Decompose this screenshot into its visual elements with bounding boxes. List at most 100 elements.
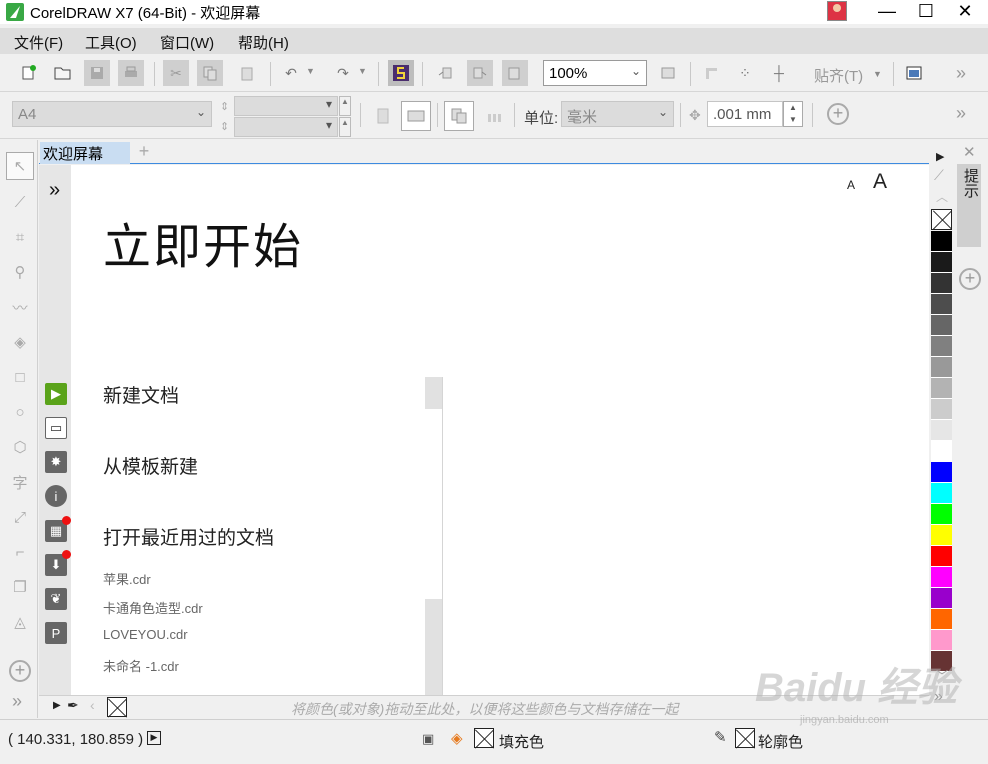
user-avatar[interactable] bbox=[827, 1, 847, 21]
workspace-icon[interactable]: ▭ bbox=[45, 417, 67, 439]
nav-scroll-thumb-lower[interactable] bbox=[425, 599, 442, 695]
fill-tool-icon[interactable]: ◬ bbox=[6, 608, 34, 636]
close-button[interactable]: ✕ bbox=[946, 0, 984, 24]
pick-tool-icon[interactable]: ↖ bbox=[6, 152, 34, 180]
drop-shadow-icon[interactable]: ❐ bbox=[6, 573, 34, 601]
toolbar-overflow-icon[interactable]: » bbox=[956, 63, 966, 84]
export-icon[interactable] bbox=[467, 60, 493, 86]
cut-icon[interactable]: ✂ bbox=[163, 60, 189, 86]
portrait-icon[interactable] bbox=[370, 103, 396, 129]
color-swatch[interactable] bbox=[931, 630, 952, 651]
redo-dropdown-icon[interactable]: ▼ bbox=[358, 66, 367, 76]
all-pages-icon[interactable] bbox=[444, 101, 474, 131]
eyedropper-icon[interactable]: ⟋ bbox=[934, 167, 944, 184]
gallery-icon[interactable]: ❦ bbox=[45, 588, 67, 610]
height-spinner[interactable]: ▲ bbox=[339, 117, 351, 137]
font-larger-button[interactable]: A bbox=[873, 170, 887, 194]
color-swatch[interactable] bbox=[931, 588, 952, 609]
crop-tool-icon[interactable]: ⌗ bbox=[6, 223, 34, 251]
rectangle-tool-icon[interactable]: □ bbox=[6, 363, 34, 391]
corel-connect-icon[interactable] bbox=[388, 60, 414, 86]
undo-dropdown-icon[interactable]: ▼ bbox=[306, 66, 315, 76]
freehand-tool-icon[interactable]: 〰 bbox=[6, 293, 34, 321]
smart-fill-icon[interactable]: ◈ bbox=[6, 328, 34, 356]
connector-tool-icon[interactable]: ⌐ bbox=[6, 538, 34, 566]
full-screen-preview-icon[interactable] bbox=[655, 60, 681, 86]
color-swatch[interactable] bbox=[931, 378, 952, 399]
print-icon[interactable] bbox=[118, 60, 144, 86]
nav-scroll-thumb[interactable] bbox=[425, 377, 442, 409]
tab-welcome-screen[interactable]: 欢迎屏幕 bbox=[40, 142, 130, 164]
add-tool-icon[interactable]: + bbox=[9, 660, 31, 682]
shape-tool-icon[interactable]: ⟋ bbox=[6, 188, 34, 216]
video-icon[interactable]: ▦ bbox=[45, 516, 71, 542]
new-document-link[interactable]: 新建文档 bbox=[103, 381, 179, 408]
recent-file[interactable]: LOVEYOU.cdr bbox=[103, 627, 188, 642]
open-icon[interactable] bbox=[50, 60, 76, 86]
add-docker-icon[interactable]: + bbox=[959, 268, 981, 290]
scroll-up-icon[interactable]: ︿ bbox=[936, 188, 948, 205]
color-swatch[interactable] bbox=[931, 504, 952, 525]
maximize-button[interactable]: ☐ bbox=[907, 0, 945, 24]
import-icon[interactable] bbox=[432, 60, 458, 86]
toolbox-overflow-icon[interactable]: » bbox=[12, 691, 22, 712]
expand-sidebar-icon[interactable]: » bbox=[49, 179, 60, 202]
propertybar-overflow-icon[interactable]: » bbox=[956, 103, 966, 124]
docpalette-no-color[interactable] bbox=[107, 697, 127, 717]
fill-color-swatch[interactable] bbox=[474, 728, 494, 748]
font-smaller-button[interactable]: A bbox=[847, 178, 855, 192]
color-swatch[interactable] bbox=[931, 420, 952, 441]
docpalette-scroll-left-icon[interactable]: ‹ bbox=[90, 697, 95, 713]
new-tab-icon[interactable]: + bbox=[135, 141, 153, 161]
page-height-input[interactable]: ▾ bbox=[234, 117, 338, 137]
options-icon[interactable] bbox=[901, 60, 927, 86]
recent-file[interactable]: 卡通角色造型.cdr bbox=[103, 598, 203, 617]
new-from-template-link[interactable]: 从模板新建 bbox=[103, 452, 198, 479]
snap-to-menu[interactable]: 贴齐(T) bbox=[814, 65, 863, 86]
zoom-level-select[interactable]: 100% ⌄ bbox=[543, 60, 647, 86]
text-tool-icon[interactable]: 字 bbox=[6, 468, 34, 496]
docpalette-menu-icon[interactable]: ▶ bbox=[53, 700, 61, 711]
color-swatch[interactable] bbox=[931, 525, 952, 546]
unit-select[interactable]: 毫米 ⌄ bbox=[561, 101, 674, 127]
color-swatch[interactable] bbox=[931, 294, 952, 315]
tab-hints[interactable]: 提示 bbox=[957, 164, 981, 247]
show-grid-icon[interactable]: ⁘ bbox=[732, 60, 758, 86]
color-swatch[interactable] bbox=[931, 462, 952, 483]
docker-close-icon[interactable]: ✕ bbox=[963, 143, 976, 161]
color-swatch[interactable] bbox=[931, 399, 952, 420]
copy-icon[interactable] bbox=[197, 60, 223, 86]
recent-file[interactable]: 苹果.cdr bbox=[103, 569, 151, 588]
nudge-spinner[interactable]: ▲ ▼ bbox=[783, 101, 803, 127]
menu-window[interactable]: 窗口(W) bbox=[160, 32, 214, 53]
color-swatch[interactable] bbox=[931, 546, 952, 567]
ellipse-tool-icon[interactable]: ○ bbox=[6, 398, 34, 426]
page-size-select[interactable]: A4 ⌄ bbox=[12, 101, 212, 127]
publish-pdf-icon[interactable] bbox=[502, 60, 528, 86]
undo-icon[interactable]: ↶ bbox=[278, 60, 304, 86]
palette-menu-icon[interactable]: ▶ bbox=[936, 150, 944, 163]
snap-dropdown-icon[interactable]: ▼ bbox=[873, 69, 882, 79]
page-width-input[interactable]: ▾ bbox=[234, 96, 338, 116]
no-color-swatch[interactable] bbox=[931, 209, 952, 230]
redo-icon[interactable]: ↷ bbox=[330, 60, 356, 86]
zoom-tool-icon[interactable]: ⚲ bbox=[6, 258, 34, 286]
outline-color-swatch[interactable] bbox=[735, 728, 755, 748]
color-swatch[interactable] bbox=[931, 315, 952, 336]
show-rulers-icon[interactable] bbox=[698, 60, 724, 86]
whats-new-icon[interactable]: ✸ bbox=[45, 451, 67, 473]
open-recent-heading[interactable]: 打开最近用过的文档 bbox=[103, 523, 274, 550]
menu-help[interactable]: 帮助(H) bbox=[238, 32, 289, 53]
add-toolbar-icon[interactable]: + bbox=[827, 103, 849, 125]
product-icon[interactable]: P bbox=[45, 622, 67, 644]
recent-file[interactable]: 未命名 -1.cdr bbox=[103, 656, 179, 675]
color-swatch[interactable] bbox=[931, 336, 952, 357]
menu-tools[interactable]: 工具(O) bbox=[85, 32, 137, 53]
show-guidelines-icon[interactable]: ┼ bbox=[766, 60, 792, 86]
info-icon[interactable]: i bbox=[45, 485, 67, 507]
color-swatch[interactable] bbox=[931, 252, 952, 273]
color-swatch[interactable] bbox=[931, 273, 952, 294]
color-swatch[interactable] bbox=[931, 357, 952, 378]
status-expand-icon[interactable]: ▶ bbox=[147, 731, 161, 745]
width-spinner[interactable]: ▲ bbox=[339, 96, 351, 116]
